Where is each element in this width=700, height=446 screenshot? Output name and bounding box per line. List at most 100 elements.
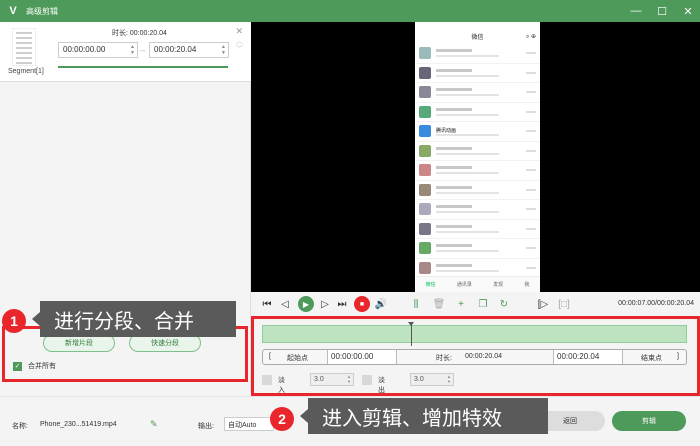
end-point-button[interactable]: 结束点 — [641, 353, 662, 363]
chat-avatar — [419, 47, 431, 60]
fade-out-value: 3.0 — [414, 376, 424, 383]
chat-row — [415, 44, 540, 64]
scroll-arrows-icon[interactable]: ︿ ﹀ — [236, 38, 243, 54]
window-controls: — ☐ ✕ — [630, 0, 694, 22]
segment-item[interactable]: Segment[1] 时长: 00:00:20.04 00:00:00.00 ▲… — [0, 22, 251, 82]
phone-tab: 通讯录 — [456, 282, 472, 288]
timeline-track[interactable] — [262, 322, 687, 346]
time-separator: -- — [140, 46, 146, 55]
segment-start-time-input[interactable]: 00:00:00.00 ▲ ▼ — [58, 42, 138, 58]
chat-text — [436, 68, 526, 77]
maximize-button[interactable]: ☐ — [656, 5, 668, 18]
file-name: Phone_230...51419.mp4 — [40, 421, 117, 428]
minimize-button[interactable]: — — [630, 5, 642, 17]
stepper-icon[interactable]: ▲ ▼ — [347, 374, 351, 384]
merge-all-row[interactable]: ✓ 合并所有 — [13, 361, 56, 371]
stop-button[interactable]: ■ — [354, 296, 370, 312]
fade-in-value: 3.0 — [314, 376, 324, 383]
stepper-icon[interactable]: ▲ ▼ — [130, 44, 135, 56]
stepper-icon[interactable]: ▲ ▼ — [447, 374, 451, 384]
chat-avatar — [419, 222, 431, 235]
stepper-icon[interactable]: ▲ ▼ — [221, 44, 226, 56]
chat-text: 腾讯动画 — [436, 127, 526, 136]
play-button[interactable]: ▶ — [298, 296, 314, 312]
fade-out-label: 淡出 — [378, 377, 385, 394]
chat-row — [415, 161, 540, 181]
playback-controls: ⏮ ◁ ▶ ▷ ⏭ ■ 🔊 ⫼ 🗑 + ❐ ↻ [▷ [□] 00:00:07.… — [251, 292, 700, 316]
skip-end-icon[interactable]: ⏭ — [336, 296, 348, 312]
phone-app-title: 微信 — [471, 35, 484, 41]
mark-out-icon[interactable]: [□] — [557, 296, 571, 312]
close-icon[interactable]: ✕ — [235, 26, 243, 37]
chat-text — [436, 224, 526, 233]
playhead[interactable] — [407, 322, 414, 346]
chat-avatar — [419, 105, 431, 118]
window-title: 高级剪辑 — [26, 6, 58, 16]
chat-list: 腾讯动画 — [415, 44, 540, 278]
skip-start-icon[interactable]: ⏮ — [261, 296, 273, 312]
chat-row — [415, 83, 540, 103]
end-time-input[interactable]: 00:00:20.04 — [553, 350, 623, 364]
segment-start-time-value: 00:00:00.00 — [63, 45, 106, 54]
close-button[interactable]: ✕ — [682, 5, 694, 18]
start-bracket-icon[interactable]: [ — [269, 353, 271, 360]
title-bar: V 高级剪辑 — ☐ ✕ — [0, 0, 700, 22]
time-readout: 00:00:07.00/00:00:20.04 — [618, 300, 694, 307]
search-plus-icon: ⌕ ⊕ — [525, 34, 536, 40]
segment-end-time-input[interactable]: 00:00:20.04 ▲ ▼ — [149, 42, 229, 58]
output-select[interactable]: 自动Auto — [224, 417, 274, 431]
chat-avatar — [419, 125, 431, 138]
fade-out-checkbox[interactable] — [362, 375, 372, 385]
fade-out-input[interactable]: 3.0 ▲ ▼ — [410, 373, 454, 386]
chat-avatar — [419, 183, 431, 196]
start-point-button[interactable]: 起始点 — [287, 353, 308, 363]
segment-duration: 时长: 00:00:20.04 — [112, 30, 167, 37]
start-time-value: 00:00:00.00 — [331, 352, 374, 361]
split-icon[interactable]: ⫼ — [409, 296, 423, 312]
phone-tab: 发现 — [493, 282, 504, 288]
chat-text — [436, 205, 526, 214]
cut-button[interactable]: 剪辑 — [612, 411, 686, 431]
chat-row — [415, 200, 540, 220]
segment-thumbnail — [12, 28, 36, 66]
phone-tab: 微信 — [425, 282, 436, 288]
chat-avatar — [419, 66, 431, 79]
edit-name-icon[interactable]: ✎ — [150, 419, 158, 430]
chat-row: 腾讯动画 — [415, 122, 540, 142]
chat-row — [415, 220, 540, 239]
chat-text — [436, 166, 526, 175]
fade-in-checkbox[interactable] — [262, 375, 272, 385]
chat-name: 腾讯动画 — [436, 127, 457, 134]
reset-icon[interactable]: ↻ — [498, 296, 510, 312]
trim-range-row: [ 起始点 00:00:00.00 时长: 00:00:20.04 00:00:… — [262, 349, 687, 365]
segment-end-time-value: 00:00:20.04 — [154, 45, 197, 54]
chat-avatar — [419, 242, 431, 255]
step-back-icon[interactable]: ◁ — [279, 296, 291, 312]
duration-label: 时长: — [436, 355, 452, 362]
chat-avatar — [419, 164, 431, 177]
chat-text — [436, 244, 526, 253]
callout-1: 进行分段、合并 — [32, 301, 236, 337]
chat-row — [415, 181, 540, 200]
delete-icon[interactable]: 🗑 — [433, 296, 446, 312]
chat-row — [415, 64, 540, 83]
duration-value: 00:00:20.04 — [465, 353, 502, 360]
start-time-input[interactable]: 00:00:00.00 — [327, 350, 397, 364]
trim-panel-highlight: [ 起始点 00:00:00.00 时长: 00:00:20.04 00:00:… — [251, 316, 700, 396]
add-icon[interactable]: + — [455, 296, 467, 312]
output-label: 输出: — [198, 423, 214, 430]
mark-in-icon[interactable]: [▷ — [536, 296, 550, 312]
phone-tab: 我 — [524, 282, 530, 288]
merge-all-checkbox[interactable]: ✓ — [13, 361, 22, 371]
segment-progress-bar — [58, 66, 228, 68]
chat-text — [436, 88, 526, 97]
step-forward-icon[interactable]: ▷ — [319, 296, 331, 312]
callout-1-badge: 1 — [2, 309, 26, 333]
volume-icon[interactable]: 🔊 — [375, 296, 387, 312]
copy-icon[interactable]: ❐ — [477, 296, 489, 312]
end-bracket-icon[interactable]: ] — [677, 353, 679, 360]
chat-avatar — [419, 261, 431, 274]
name-label: 名称: — [12, 423, 28, 430]
fade-in-input[interactable]: 3.0 ▲ ▼ — [310, 373, 354, 386]
chat-row — [415, 103, 540, 122]
